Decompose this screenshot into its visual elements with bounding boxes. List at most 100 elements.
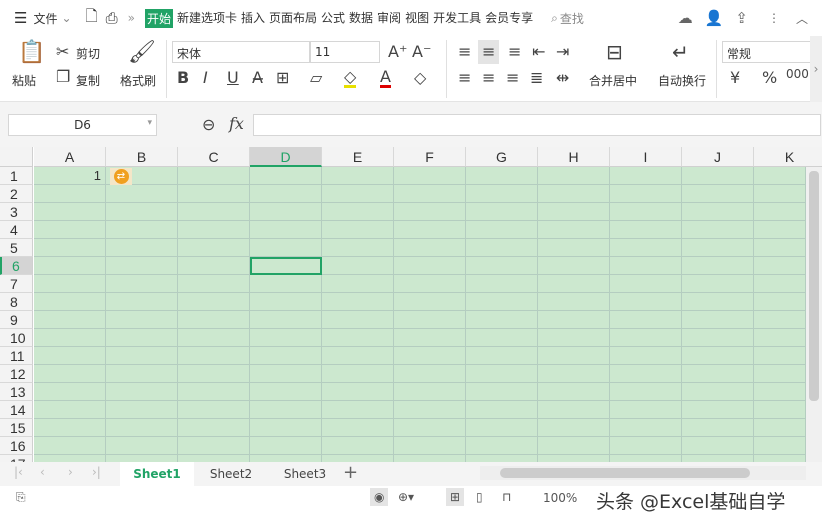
row-header-15[interactable]: 15 [0,419,33,437]
tab-8[interactable]: 开发工具 [433,9,481,28]
menu-icon[interactable]: ☰ [14,9,27,27]
wrap-icon[interactable]: ↵ [672,42,689,62]
cell-I5[interactable] [610,239,682,257]
vertical-scrollbar[interactable] [806,167,822,462]
cell-I9[interactable] [610,311,682,329]
cell-D11[interactable] [250,347,322,365]
cell-G7[interactable] [466,275,538,293]
cell-J9[interactable] [682,311,754,329]
cell-J4[interactable] [682,221,754,239]
cell-K16[interactable] [754,437,806,455]
cell-E11[interactable] [322,347,394,365]
share-icon[interactable]: ⇪ [735,9,748,27]
row-header-2[interactable]: 2 [0,185,33,203]
cell-F3[interactable] [394,203,466,221]
indent-decrease-icon[interactable]: ⇤ [532,44,545,60]
paste-button[interactable]: 粘贴 [12,72,36,89]
cell-D12[interactable] [250,365,322,383]
cell-F2[interactable] [394,185,466,203]
zoom-level[interactable]: 100% [543,491,577,505]
cell-A15[interactable] [34,419,106,437]
column-header-H[interactable]: H [538,147,610,167]
cell-A12[interactable] [34,365,106,383]
cell-F16[interactable] [394,437,466,455]
first-sheet-icon[interactable]: |‹ [14,465,23,479]
decrease-font-icon[interactable]: A⁻ [412,44,431,60]
cell-E1[interactable] [322,167,394,185]
cell-K12[interactable] [754,365,806,383]
cell-F7[interactable] [394,275,466,293]
cell-F5[interactable] [394,239,466,257]
tab-7[interactable]: 视图 [405,9,429,28]
cell-I8[interactable] [610,293,682,311]
cell-C8[interactable] [178,293,250,311]
cell-B9[interactable] [106,311,178,329]
align-middle-icon[interactable]: ≡ [478,40,500,64]
align-center-icon[interactable]: ≡ [482,70,495,86]
column-header-I[interactable]: I [610,147,682,167]
row-header-8[interactable]: 8 [0,293,33,311]
cell-D13[interactable] [250,383,322,401]
cell-J15[interactable] [682,419,754,437]
copy-button[interactable]: 复制 [76,72,100,89]
font-family-select[interactable]: 宋体 [172,41,310,63]
layout-icon[interactable]: ⊕▾ [398,490,414,504]
cell-J16[interactable] [682,437,754,455]
cell-C7[interactable] [178,275,250,293]
page-view-icon[interactable]: ▯ [476,490,483,504]
cell-J14[interactable] [682,401,754,419]
cell-F15[interactable] [394,419,466,437]
cell-B2[interactable] [106,185,178,203]
file-menu[interactable]: 文件 [33,10,57,27]
cell-B6[interactable] [106,257,178,275]
row-header-10[interactable]: 10 [0,329,33,347]
tab-6[interactable]: 审阅 [377,9,401,28]
font-size-select[interactable]: 11 [310,41,380,63]
cell-F6[interactable] [394,257,466,275]
thousands-icon[interactable]: 000 [786,68,809,80]
row-header-7[interactable]: 7 [0,275,33,293]
cell-K7[interactable] [754,275,806,293]
column-header-F[interactable]: F [394,147,466,167]
cell-A14[interactable] [34,401,106,419]
cell-B7[interactable] [106,275,178,293]
cell-K5[interactable] [754,239,806,257]
row-header-13[interactable]: 13 [0,383,33,401]
cell-F14[interactable] [394,401,466,419]
row-header-5[interactable]: 5 [0,239,33,257]
cell-G14[interactable] [466,401,538,419]
next-sheet-icon[interactable]: › [68,465,73,479]
cell-I4[interactable] [610,221,682,239]
horizontal-scrollbar[interactable] [480,466,806,480]
cell-I16[interactable] [610,437,682,455]
eraser-icon[interactable]: ◇ [414,70,426,86]
cell-H3[interactable] [538,203,610,221]
cell-D3[interactable] [250,203,322,221]
percent-button[interactable]: % [762,70,777,86]
more-vert-icon[interactable]: ⋮ [768,11,780,25]
bold-button[interactable]: B [177,70,189,86]
cell-I14[interactable] [610,401,682,419]
copy-icon[interactable]: ❐ [56,69,70,85]
cell-G12[interactable] [466,365,538,383]
column-header-K[interactable]: K [754,147,822,167]
underline-button[interactable]: U [227,70,239,86]
cell-K10[interactable] [754,329,806,347]
cell-E4[interactable] [322,221,394,239]
sheet-tab-Sheet3[interactable]: Sheet3 [268,462,342,486]
cell-K11[interactable] [754,347,806,365]
cell-E6[interactable] [322,257,394,275]
cell-style-icon[interactable]: ▱ [310,70,322,86]
cell-C4[interactable] [178,221,250,239]
cell-G3[interactable] [466,203,538,221]
cell-K1[interactable] [754,167,806,185]
column-header-B[interactable]: B [106,147,178,167]
cell-K2[interactable] [754,185,806,203]
cell-F13[interactable] [394,383,466,401]
cut-button[interactable]: 剪切 [76,45,100,62]
macro-icon[interactable]: ⎘ [16,490,26,505]
cell-I10[interactable] [610,329,682,347]
cell-H7[interactable] [538,275,610,293]
fx-button[interactable]: fx [229,116,244,132]
page-break-icon[interactable]: ⊓ [502,490,511,504]
